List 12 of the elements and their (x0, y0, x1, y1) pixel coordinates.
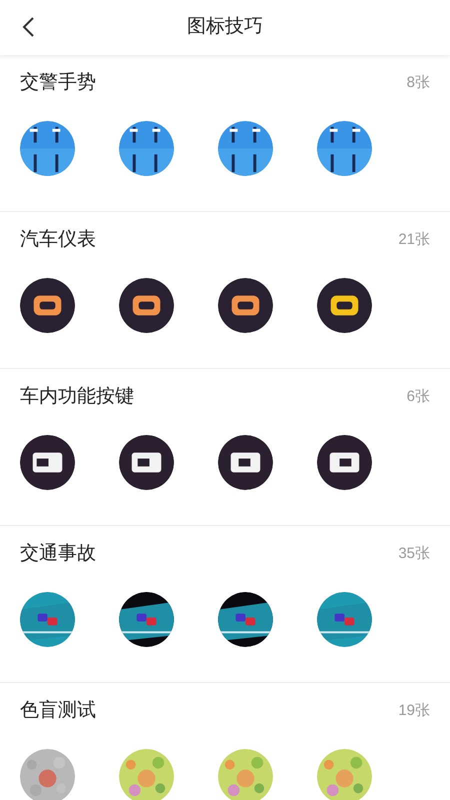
image-count: 21张 (398, 230, 430, 250)
section-title: 交警手势 (20, 70, 96, 95)
section-title: 汽车仪表 (20, 228, 96, 252)
image-count: 8张 (406, 72, 430, 93)
image-count: 19张 (398, 700, 430, 721)
image-count: 6张 (406, 386, 430, 407)
image-count: 35张 (398, 544, 430, 564)
page-title: 图标技巧 (187, 15, 263, 40)
section-title: 交通事故 (20, 542, 96, 566)
section-title: 色盲测试 (20, 698, 96, 723)
section-title: 车内功能按键 (20, 384, 134, 409)
back-icon (21, 16, 35, 38)
